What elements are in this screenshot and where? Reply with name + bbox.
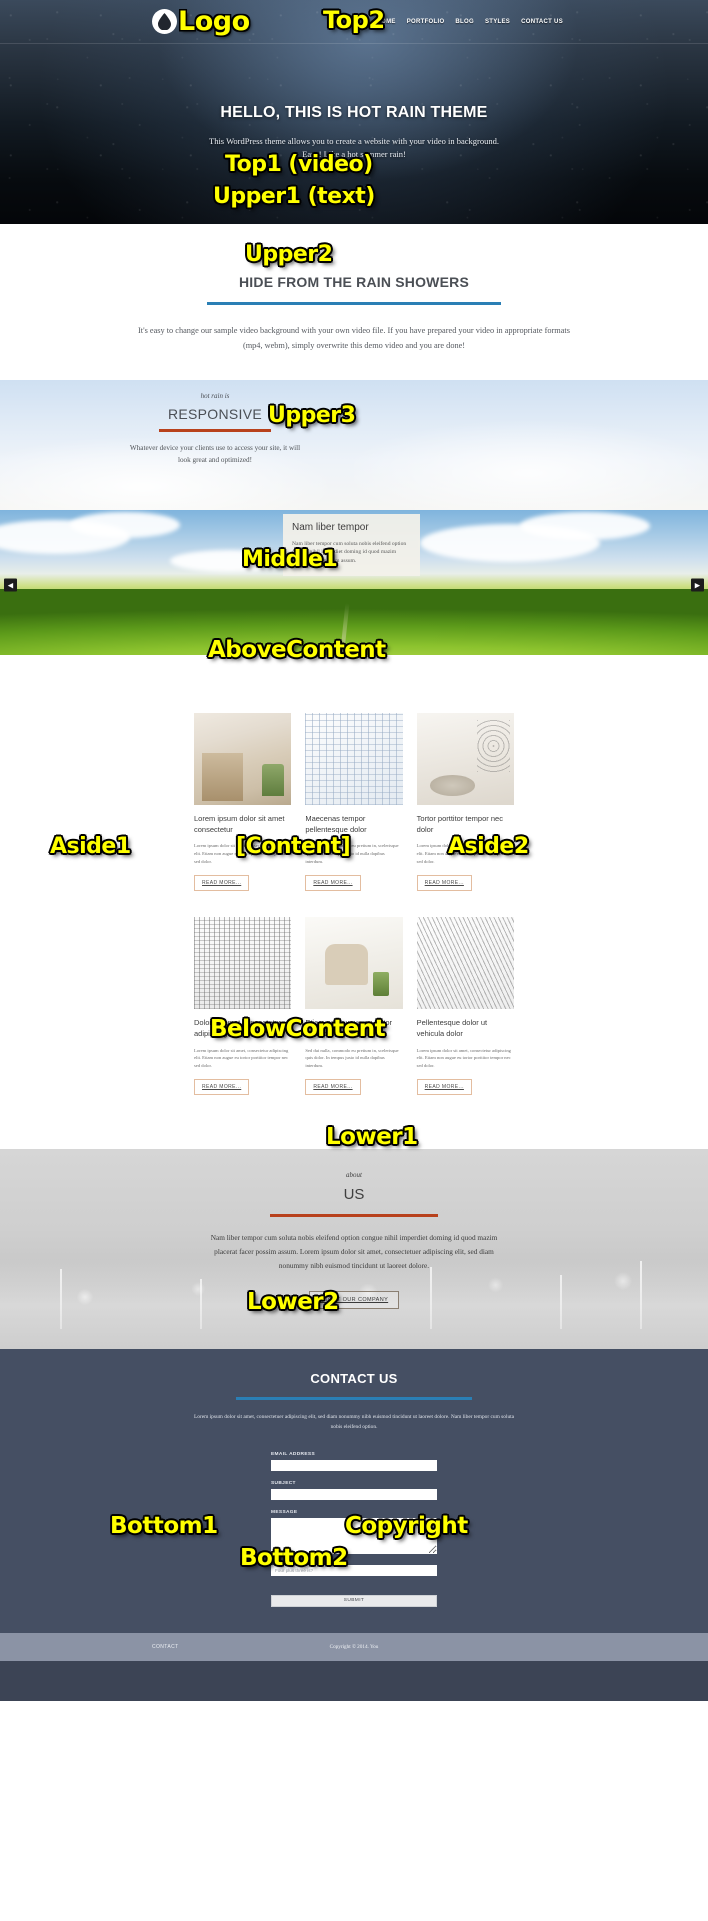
card-image[interactable] (194, 712, 292, 805)
upper2-paragraph: It's easy to change our sample video bac… (138, 326, 570, 351)
region-label-upper3: Upper3 (268, 403, 356, 428)
email-label: EMAIL ADDRESS (271, 1452, 315, 1458)
slider-prev-arrow-icon[interactable]: ◀ (4, 578, 17, 592)
upper3-section: hot rain is RESPONSIVE Whatever device y… (0, 379, 708, 510)
middle1-slider-section: Nam liber tempor Nam liber tempor cum so… (0, 509, 708, 655)
content-card: Dolor sit amet consectetur adipiscing Lo… (194, 916, 292, 1095)
contact-title: CONTACT US (310, 1370, 398, 1386)
content-card: Maecenas tempor pellentesque dolor Sed d… (305, 712, 403, 891)
read-more-button[interactable]: READ MORE... (416, 1078, 472, 1095)
lower1-title: US (343, 1185, 365, 1203)
card-image[interactable] (416, 712, 514, 805)
card-text: Lorem ipsum dolor sit amet, consectetur … (416, 1047, 511, 1069)
water-drop-icon (152, 9, 177, 34)
hero-paragraph-line-1: This WordPress theme allows you to creat… (209, 136, 499, 146)
card-image[interactable] (416, 916, 514, 1009)
content-card: Lorem ipsum dolor sit amet consectetur L… (194, 712, 292, 891)
region-label-aside2: Aside2 (448, 834, 529, 859)
lower1-about-section: about US Nam liber tempor cum soluta nob… (0, 1148, 708, 1349)
submit-button[interactable]: SUBMIT (271, 1594, 437, 1607)
slide-caption-title: Nam liber tempor (292, 521, 369, 533)
upper2-divider (207, 302, 501, 305)
card-image[interactable] (305, 712, 403, 805)
read-more-button[interactable]: READ MORE... (305, 874, 361, 891)
region-label-top2: Top2 (323, 6, 385, 34)
region-label-belowcontent: BelowContent (210, 1016, 386, 1042)
bottom2-bar (0, 1660, 708, 1701)
content-card: Etiam non augue eu tortor porttitor Sed … (305, 916, 403, 1095)
email-field[interactable] (271, 1460, 437, 1472)
region-label-copyright: Copyright (345, 1513, 468, 1539)
logo-text: Logo (178, 6, 250, 37)
card-text: Lorem ipsum dolor sit amet, consectetur … (194, 1047, 289, 1069)
region-label-top1: Top1 (video) (225, 152, 373, 177)
region-label-lower2: Lower2 (247, 1289, 339, 1315)
card-image[interactable] (194, 916, 292, 1009)
content-section: Lorem ipsum dolor sit amet consectetur L… (0, 654, 708, 1149)
nav-item-styles[interactable]: STYLES (485, 19, 510, 25)
read-more-button[interactable]: READ MORE... (194, 874, 250, 891)
region-label-bottom1: Bottom1 (110, 1513, 218, 1539)
nav-item-blog[interactable]: BLOG (455, 19, 474, 25)
contact-divider (236, 1396, 472, 1400)
region-label-aside1: Aside1 (50, 834, 131, 859)
copyright-text: Copyright © 2014. You (329, 1643, 379, 1650)
cloud-shape (520, 511, 650, 540)
card-image[interactable] (305, 916, 403, 1009)
region-label-abovecontent: AboveContent (208, 637, 386, 663)
card-text: Sed dui nulla, commodo eu pretium in, sc… (305, 1047, 399, 1069)
region-label-content: [Content] (236, 834, 351, 859)
nav-item-portfolio[interactable]: PORTFOLIO (407, 19, 445, 25)
main-menu: HOME PORTFOLIO BLOG STYLES CONTACT US (377, 19, 563, 25)
region-label-upper2: Upper2 (245, 242, 333, 267)
card-title: Tortor porttitor tempor nec dolor (416, 813, 503, 834)
region-label-middle1: Middle1 (242, 547, 338, 572)
hero-content: HELLO, THIS IS HOT RAIN THEME This WordP… (0, 44, 708, 161)
read-more-button[interactable]: READ MORE... (416, 874, 472, 891)
site-logo[interactable]: Logo (152, 8, 250, 35)
upper3-paragraph: Whatever device your clients use to acce… (129, 443, 301, 465)
card-title: Maecenas tempor pellentesque dolor (305, 813, 367, 834)
content-card: Tortor porttitor tempor nec dolor Lorem … (416, 712, 514, 891)
hero-heading: HELLO, THIS IS HOT RAIN THEME (220, 104, 488, 121)
lower1-divider (270, 1213, 438, 1217)
upper3-kicker: hot rain is (200, 391, 230, 400)
cloud-shape (70, 511, 180, 538)
lower1-kicker: about (346, 1170, 362, 1179)
card-title: Pellentesque dolor ut vehicula dolor (416, 1017, 488, 1038)
upper2-section: HIDE FROM THE RAIN SHOWERS It's easy to … (0, 224, 708, 380)
slider-next-arrow-icon[interactable]: ▶ (691, 578, 704, 592)
region-label-bottom2: Bottom2 (240, 1545, 348, 1571)
region-label-upper1: Upper1 (text) (213, 184, 375, 209)
contact-paragraph: Lorem ipsum dolor sit amet, consectetuer… (193, 1413, 515, 1430)
subject-field[interactable] (271, 1489, 437, 1501)
bottom1-bar: CONTACT Copyright © 2014. You (0, 1632, 708, 1661)
lower1-paragraph: Nam liber tempor cum soluta nobis eleife… (210, 1232, 498, 1270)
upper2-title: HIDE FROM THE RAIN SHOWERS (239, 274, 469, 290)
subject-label: SUBJECT (271, 1481, 296, 1487)
read-more-button[interactable]: READ MORE... (194, 1078, 250, 1095)
nav-item-contact-us[interactable]: CONTACT US (521, 19, 563, 25)
upper3-divider (159, 428, 271, 432)
region-label-lower1: Lower1 (326, 1124, 418, 1150)
lower2-contact-section: CONTACT US Lorem ipsum dolor sit amet, c… (0, 1348, 708, 1633)
read-more-button[interactable]: READ MORE... (305, 1078, 361, 1095)
card-title: Lorem ipsum dolor sit amet consectetur (194, 813, 285, 834)
content-card: Pellentesque dolor ut vehicula dolor Lor… (416, 916, 514, 1095)
